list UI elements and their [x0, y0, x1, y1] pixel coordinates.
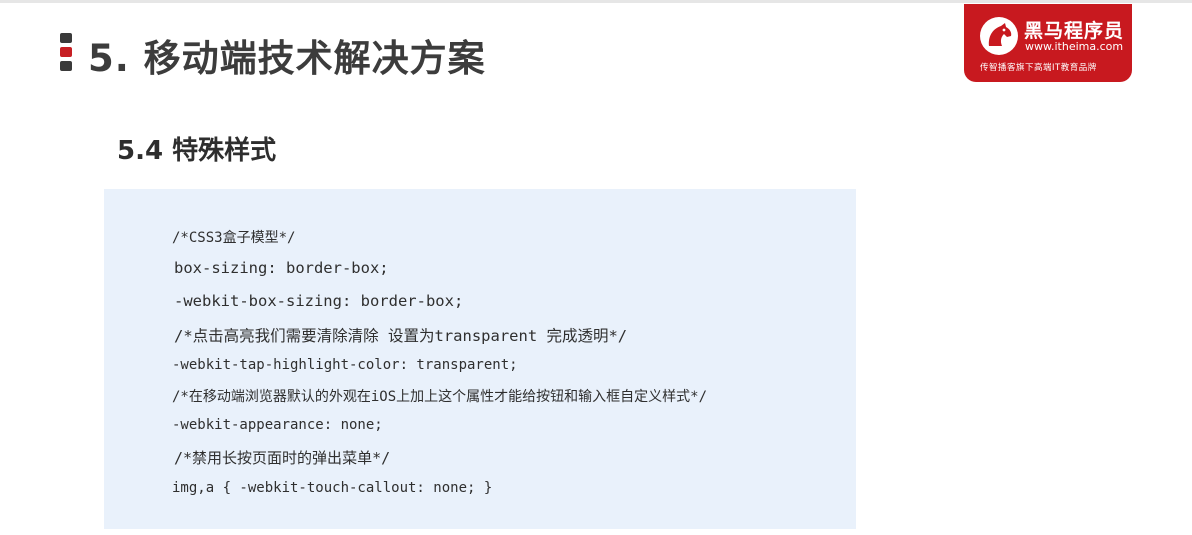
code-line: -webkit-appearance: none; — [172, 417, 383, 433]
code-line: box-sizing: border-box; — [174, 259, 389, 277]
brand-slogan: 传智播客旗下高端IT教育品牌 — [980, 63, 1097, 73]
brand-name: 黑马程序员 — [1024, 20, 1125, 42]
code-line: -webkit-tap-highlight-color: transparent… — [172, 357, 518, 373]
title-bullet-icon — [60, 33, 72, 73]
page-title: 5. 移动端技术解决方案 — [88, 37, 486, 80]
code-line: -webkit-box-sizing: border-box; — [174, 292, 464, 310]
code-line: /*禁用长按页面时的弹出菜单*/ — [174, 449, 391, 467]
brand-logo: 黑马程序员 www.itheima.com 传智播客旗下高端IT教育品牌 — [964, 4, 1132, 82]
section-title: 5.4 特殊样式 — [117, 136, 277, 166]
code-block: /*CSS3盒子模型*/ box-sizing: border-box; -we… — [104, 189, 856, 529]
code-line: /*点击高亮我们需要清除清除 设置为transparent 完成透明*/ — [174, 327, 628, 345]
code-line: /*CSS3盒子模型*/ — [172, 230, 296, 246]
code-line: /*在移动端浏览器默认的外观在iOS上加上这个属性才能给按钮和输入框自定义样式*… — [172, 389, 707, 405]
top-divider — [0, 0, 1192, 3]
code-line: img,a { -webkit-touch-callout: none; } — [172, 480, 493, 496]
brand-url: www.itheima.com — [1025, 40, 1124, 53]
horse-head-logo-icon — [980, 17, 1018, 55]
